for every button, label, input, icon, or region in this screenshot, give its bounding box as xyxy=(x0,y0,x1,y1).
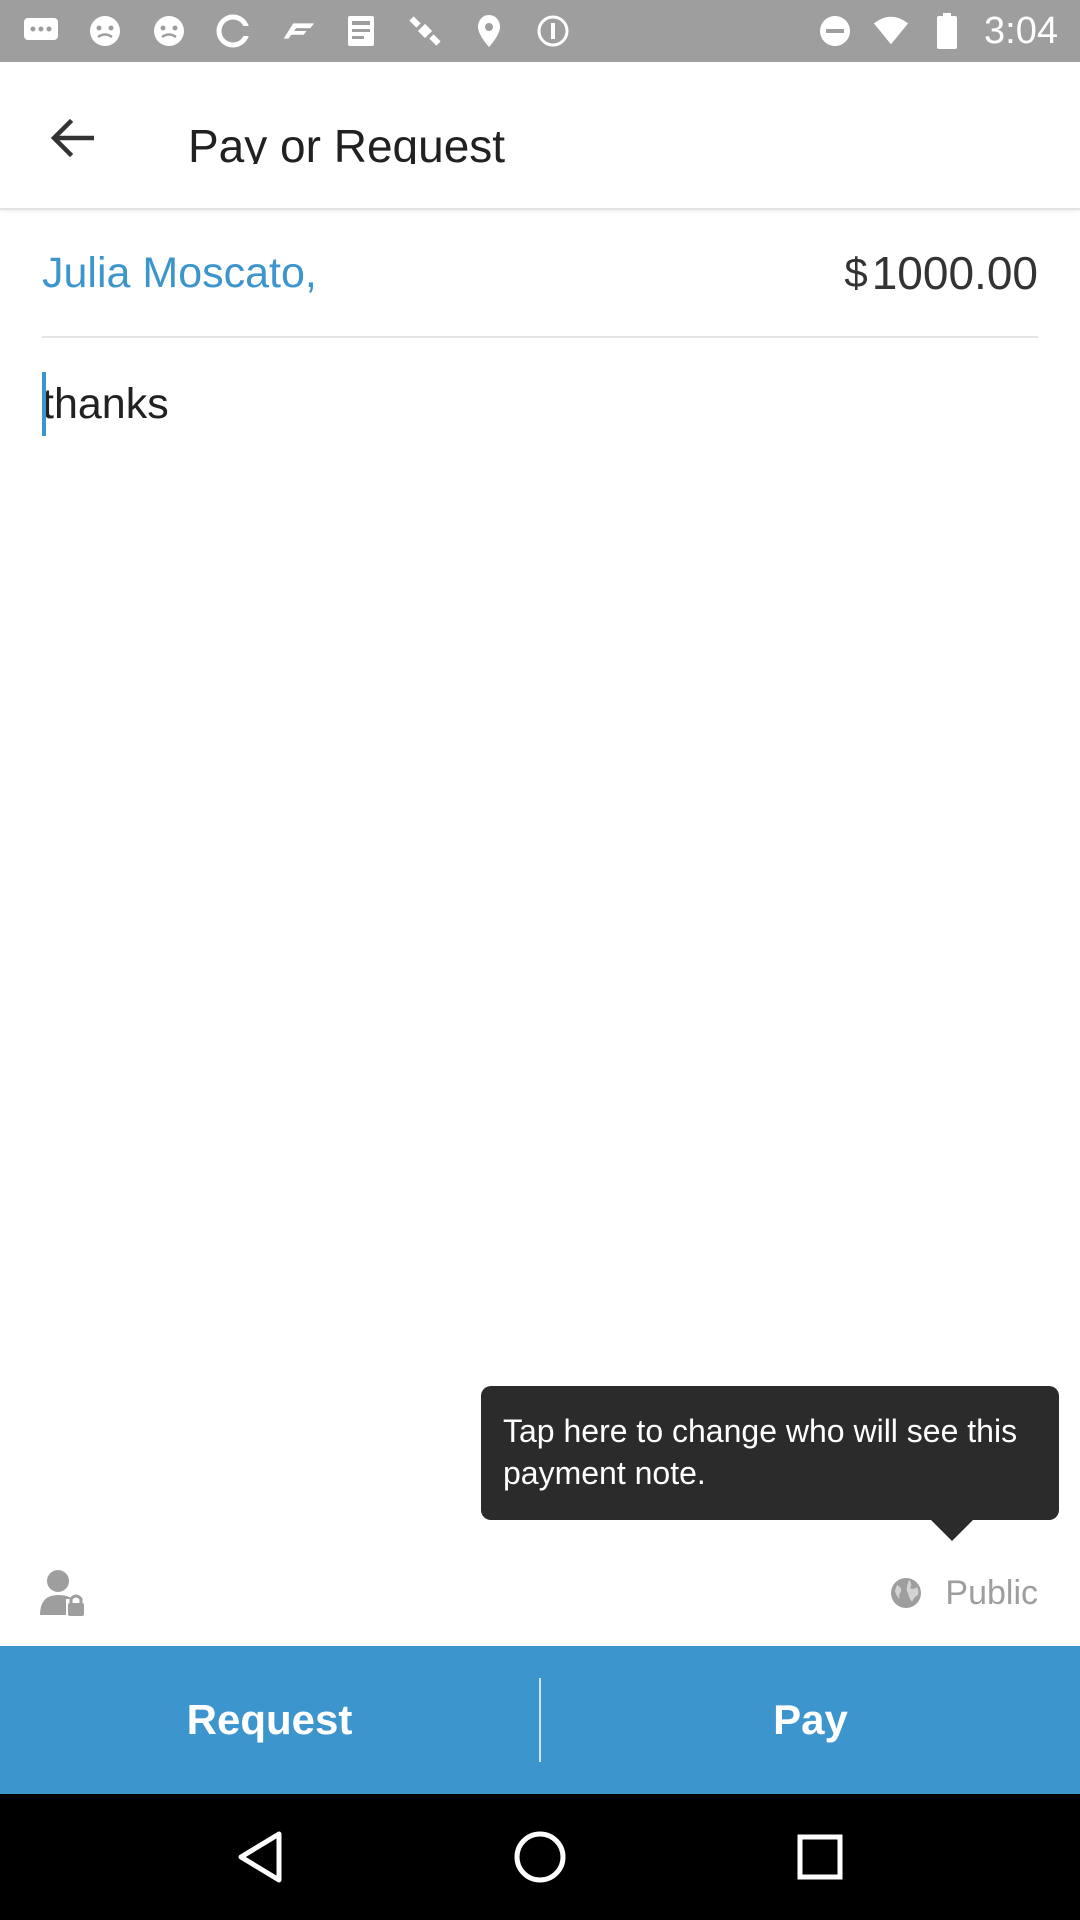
title-occluder xyxy=(250,106,530,128)
satellite-icon xyxy=(406,14,444,48)
gps-icon xyxy=(470,14,508,48)
face-icon xyxy=(86,14,124,48)
nav-back-button[interactable] xyxy=(220,1817,300,1897)
wifi-icon xyxy=(872,14,910,48)
dnd-icon xyxy=(816,14,854,48)
notification-icons xyxy=(22,14,572,48)
audience-tooltip[interactable]: Tap here to change who will see this pay… xyxy=(481,1386,1059,1520)
currency-symbol: $ xyxy=(844,249,868,296)
privacy-button[interactable] xyxy=(36,1566,90,1620)
person-lock-icon xyxy=(40,1570,84,1616)
nav-recents-button[interactable] xyxy=(780,1817,860,1897)
clock: 3:04 xyxy=(984,9,1058,52)
amount-field[interactable]: $ 1000.00 xyxy=(844,246,1038,300)
battery-icon xyxy=(928,13,966,49)
action-bar: Request Pay xyxy=(0,1646,1080,1794)
f1-icon xyxy=(278,14,316,48)
recipient-row: Julia Moscato, $ 1000.00 xyxy=(42,210,1038,338)
note-text: thanks xyxy=(42,380,169,428)
cast-icon xyxy=(214,14,252,48)
messages-icon xyxy=(22,14,60,48)
home-circle-icon xyxy=(514,1831,566,1883)
note-field[interactable]: thanks xyxy=(42,370,1038,450)
back-button[interactable] xyxy=(36,102,108,174)
back-triangle-icon xyxy=(238,1831,282,1883)
recents-square-icon xyxy=(797,1834,843,1880)
audience-row: Public xyxy=(0,1540,1080,1646)
tooltip-arrow xyxy=(930,1519,974,1541)
nav-home-button[interactable] xyxy=(500,1817,580,1897)
system-nav-bar xyxy=(0,1794,1080,1920)
tooltip-text: Tap here to change who will see this pay… xyxy=(503,1413,1018,1491)
vpn-icon xyxy=(534,14,572,48)
title-container: Pay or Request xyxy=(188,106,608,164)
globe-icon xyxy=(891,1578,922,1608)
face-icon xyxy=(150,14,188,48)
news-icon xyxy=(342,14,380,48)
request-button[interactable]: Request xyxy=(0,1646,539,1794)
audience-toggle[interactable]: Public xyxy=(889,1574,1038,1613)
arrow-back-icon xyxy=(50,118,94,158)
text-cursor xyxy=(42,372,46,436)
recipient-chip[interactable]: Julia Moscato, xyxy=(42,249,317,298)
status-bar: 3:04 xyxy=(0,0,1080,62)
amount-value: 1000.00 xyxy=(871,247,1038,299)
pay-button[interactable]: Pay xyxy=(541,1646,1080,1794)
app-bar: Pay or Request xyxy=(0,62,1080,210)
audience-label: Public xyxy=(945,1573,1038,1612)
system-status: 3:04 xyxy=(816,10,1058,53)
